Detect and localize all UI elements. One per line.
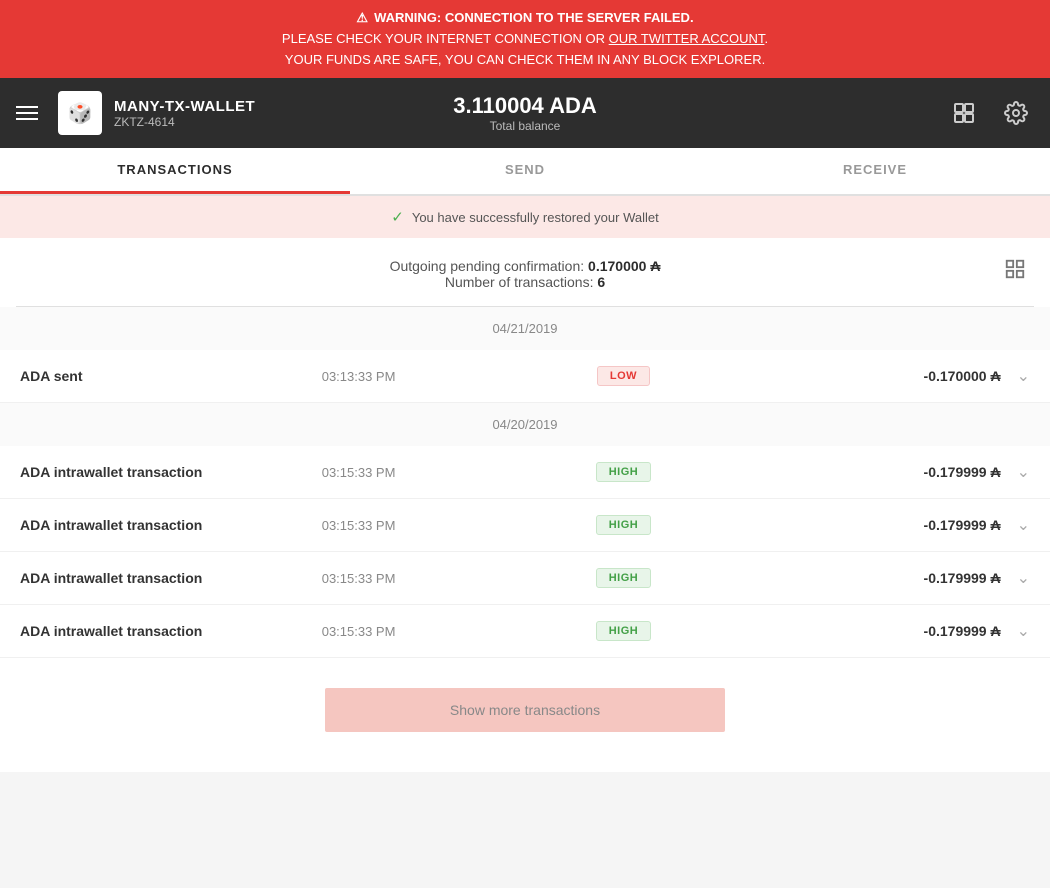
settings-icon[interactable] [998, 95, 1034, 131]
badge-high: HIGH [596, 621, 652, 641]
badge-high: HIGH [596, 462, 652, 482]
transaction-row[interactable]: ADA intrawallet transaction 03:15:33 PM … [0, 552, 1050, 605]
pending-info: Outgoing pending confirmation: 0.170000 … [16, 258, 1034, 274]
tx-title: ADA intrawallet transaction [20, 517, 322, 533]
transaction-row[interactable]: ADA intrawallet transaction 03:15:33 PM … [0, 499, 1050, 552]
tx-badge: HIGH [548, 568, 699, 588]
warning-icon: ⚠ [356, 8, 368, 29]
tx-amount: -0.179999 ₳ [699, 570, 1001, 586]
chevron-down-icon: ⌄ [1017, 462, 1030, 482]
tx-count-info: Number of transactions: 6 [16, 274, 1034, 290]
tx-badge: LOW [548, 366, 699, 386]
show-more-container: Show more transactions [0, 658, 1050, 772]
show-more-button[interactable]: Show more transactions [325, 688, 725, 732]
check-icon: ✓ [391, 208, 404, 226]
tx-badge: HIGH [548, 621, 699, 641]
tx-amount: -0.170000 ₳ [699, 368, 1001, 384]
wallet-avatar: 🎲 [58, 91, 102, 135]
avatar-icon: 🎲 [68, 101, 93, 126]
date-group-header-2: 04/20/2019 [0, 403, 1050, 446]
transaction-row[interactable]: ADA intrawallet transaction 03:15:33 PM … [0, 605, 1050, 658]
tx-time: 03:15:33 PM [322, 465, 548, 480]
tx-time: 03:15:33 PM [322, 518, 548, 533]
wallet-info: MANY-TX-WALLET ZKTZ-4614 [114, 98, 255, 129]
success-message: You have successfully restored your Wall… [412, 210, 659, 225]
chevron-down-icon: ⌄ [1017, 366, 1030, 386]
tx-time: 03:15:33 PM [322, 624, 548, 639]
warning-line1: WARNING: CONNECTION TO THE SERVER FAILED… [374, 8, 693, 29]
tx-amount: -0.179999 ₳ [699, 517, 1001, 533]
header: 🎲 MANY-TX-WALLET ZKTZ-4614 3.110004 ADA … [0, 78, 1050, 148]
summary: Outgoing pending confirmation: 0.170000 … [0, 238, 1050, 306]
success-banner: ✓ You have successfully restored your Wa… [0, 196, 1050, 238]
warning-line2-prefix: PLEASE CHECK YOUR INTERNET CONNECTION OR [282, 31, 609, 46]
balance-amount: 3.110004 ADA [453, 93, 597, 119]
tx-title: ADA intrawallet transaction [20, 464, 322, 480]
header-right [946, 95, 1034, 131]
warning-banner: ⚠ WARNING: CONNECTION TO THE SERVER FAIL… [0, 0, 1050, 78]
balance-label: Total balance [453, 119, 597, 133]
tx-title: ADA sent [20, 368, 322, 384]
tabs: TRANSACTIONS SEND RECEIVE [0, 148, 1050, 196]
tab-send[interactable]: SEND [350, 148, 700, 194]
tx-amount: -0.179999 ₳ [699, 623, 1001, 639]
twitter-link[interactable]: OUR TWITTER ACCOUNT [609, 31, 765, 46]
export-icon[interactable] [1004, 258, 1026, 285]
wallet-id: ZKTZ-4614 [114, 115, 255, 129]
warning-line3: YOUR FUNDS ARE SAFE, YOU CAN CHECK THEM … [16, 50, 1034, 71]
warning-title: ⚠ WARNING: CONNECTION TO THE SERVER FAIL… [16, 8, 1034, 29]
wallet-name: MANY-TX-WALLET [114, 98, 255, 115]
tx-time: 03:15:33 PM [322, 571, 548, 586]
tx-badge: HIGH [548, 462, 699, 482]
chevron-down-icon: ⌄ [1017, 515, 1030, 535]
badge-low: LOW [597, 366, 650, 386]
tx-count-label: Number of transactions: [445, 274, 594, 290]
header-center: 3.110004 ADA Total balance [453, 93, 597, 133]
tab-receive[interactable]: RECEIVE [700, 148, 1050, 194]
badge-high: HIGH [596, 515, 652, 535]
transaction-row[interactable]: ADA sent 03:13:33 PM LOW -0.170000 ₳ ⌄ [0, 350, 1050, 403]
tx-title: ADA intrawallet transaction [20, 623, 322, 639]
header-left: 🎲 MANY-TX-WALLET ZKTZ-4614 [16, 91, 255, 135]
pending-label: Outgoing pending confirmation: [390, 258, 585, 274]
main-content: ✓ You have successfully restored your Wa… [0, 196, 1050, 772]
badge-high: HIGH [596, 568, 652, 588]
warning-line2: PLEASE CHECK YOUR INTERNET CONNECTION OR… [16, 29, 1034, 50]
pending-amount: 0.170000 ₳ [588, 258, 660, 274]
tab-transactions[interactable]: TRANSACTIONS [0, 148, 350, 194]
tx-amount: -0.179999 ₳ [699, 464, 1001, 480]
chevron-down-icon: ⌄ [1017, 568, 1030, 588]
tx-count: 6 [597, 274, 605, 290]
chevron-down-icon: ⌄ [1017, 621, 1030, 641]
menu-icon[interactable] [16, 106, 38, 120]
notifications-icon[interactable] [946, 95, 982, 131]
tx-badge: HIGH [548, 515, 699, 535]
tx-time: 03:13:33 PM [322, 369, 548, 384]
tx-title: ADA intrawallet transaction [20, 570, 322, 586]
transaction-row[interactable]: ADA intrawallet transaction 03:15:33 PM … [0, 446, 1050, 499]
date-group-header-1: 04/21/2019 [0, 307, 1050, 350]
